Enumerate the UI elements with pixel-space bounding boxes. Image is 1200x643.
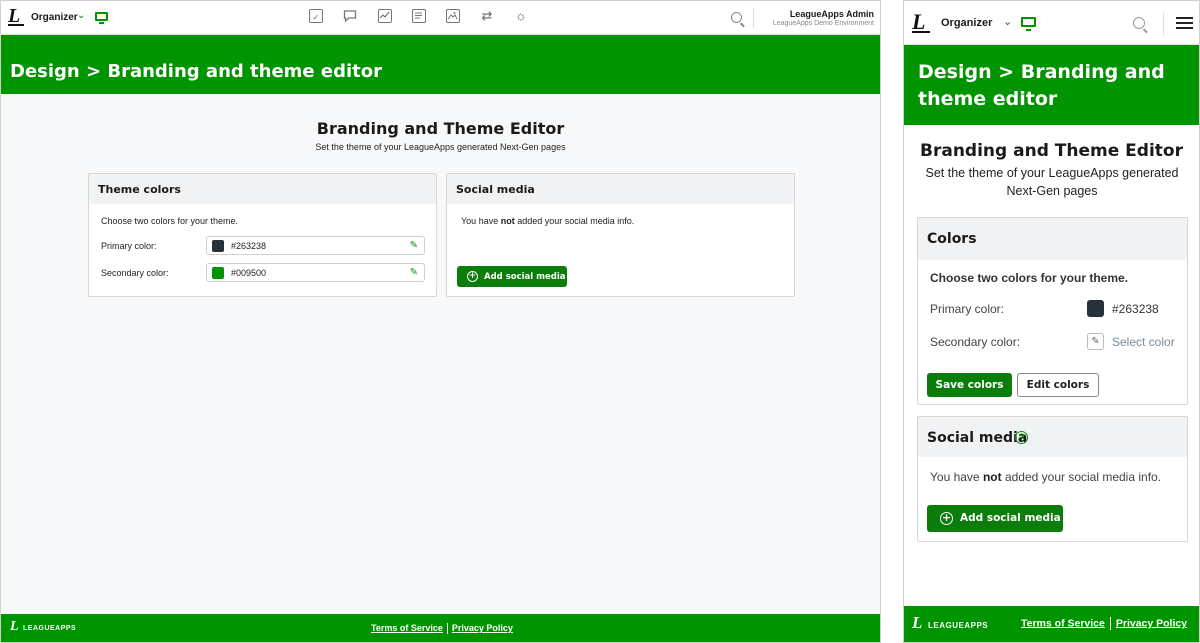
- status-text-after: added your social media info.: [514, 216, 635, 226]
- search-icon[interactable]: [1133, 17, 1145, 29]
- theme-colors-heading: Theme colors: [89, 174, 436, 204]
- social-media-card: Social media You have not added your soc…: [446, 173, 795, 297]
- chevron-down-icon[interactable]: ⌄: [1003, 15, 1012, 28]
- mobile-view: L Organizer ⌄ Design > Branding and them…: [903, 0, 1200, 643]
- secondary-color-field[interactable]: #009500 ✎: [206, 263, 425, 282]
- checklist-icon[interactable]: ✓: [309, 9, 323, 23]
- footer-logo-icon: L: [912, 613, 923, 632]
- add-social-media-button[interactable]: + Add social media: [457, 266, 567, 287]
- footer: L LEAGUEAPPS Terms of Service Privacy Pol…: [904, 606, 1199, 642]
- document-icon[interactable]: [412, 9, 426, 23]
- monitor-icon[interactable]: [1021, 17, 1036, 31]
- primary-color-field[interactable]: #263238 ✎: [206, 236, 425, 255]
- page-title: Branding and Theme Editor: [316, 119, 565, 138]
- user-environment: LeagueApps Demo Environment: [772, 20, 874, 27]
- theme-colors-card: Theme colors Choose two colors for your …: [88, 173, 437, 297]
- primary-color-swatch[interactable]: [212, 240, 224, 252]
- eyedropper-icon[interactable]: ✎: [1087, 333, 1104, 350]
- add-social-media-button[interactable]: + Add social media: [927, 505, 1063, 532]
- footer: L LEAGUEAPPS Terms of Service Privacy Pol…: [1, 614, 880, 642]
- gear-icon[interactable]: ☼: [514, 9, 528, 23]
- image-icon[interactable]: [446, 9, 460, 23]
- secondary-color-swatch[interactable]: [212, 267, 224, 279]
- primary-color-value: #263238: [1112, 302, 1159, 316]
- footer-links: Terms of Service Privacy Policy: [371, 623, 513, 635]
- status-text-bold: not: [500, 216, 515, 226]
- footer-logo-text: LEAGUEAPPS: [23, 625, 77, 632]
- chat-icon[interactable]: [343, 9, 357, 23]
- primary-color-value: #263238: [231, 241, 267, 251]
- select-color-placeholder[interactable]: Select color: [1112, 335, 1175, 349]
- social-media-heading: Social media: [447, 174, 794, 204]
- hamburger-menu-icon[interactable]: [1176, 17, 1193, 29]
- monitor-icon[interactable]: [95, 12, 108, 24]
- colors-card: Colors Choose two colors for your theme.…: [917, 217, 1188, 405]
- footer-divider: [1109, 617, 1111, 630]
- search-icon[interactable]: [731, 12, 742, 23]
- add-social-media-label: Add social media: [484, 272, 566, 282]
- terms-of-service-link[interactable]: Terms of Service: [371, 623, 443, 633]
- privacy-policy-link[interactable]: Privacy Policy: [452, 623, 513, 633]
- secondary-color-label: Secondary color:: [101, 268, 169, 278]
- footer-logo-icon: L: [10, 619, 19, 634]
- eyedropper-icon[interactable]: ✎: [410, 240, 418, 251]
- page-title: Branding and Theme Editor: [920, 141, 1183, 161]
- desktop-view: L Organizer ⌄ ✓ ⇄ ☼ LeagueApps Admin Lea…: [0, 0, 881, 643]
- leagueapps-logo[interactable]: L: [912, 9, 931, 35]
- user-name[interactable]: LeagueApps Admin: [790, 9, 874, 19]
- terms-of-service-link[interactable]: Terms of Service: [1021, 617, 1105, 629]
- add-social-media-label: Add social media: [960, 512, 1061, 524]
- edit-colors-button[interactable]: Edit colors: [1017, 373, 1099, 397]
- status-text-before: You have: [930, 470, 983, 484]
- top-bar: L Organizer ⌄ ✓ ⇄ ☼ LeagueApps Admin Lea…: [1, 1, 880, 35]
- social-media-heading-text: Social media: [927, 430, 1028, 446]
- org-switcher-label[interactable]: Organizer: [941, 17, 992, 29]
- social-media-status: You have not added your social media inf…: [930, 470, 1161, 484]
- save-colors-button[interactable]: Save colors: [927, 373, 1012, 397]
- privacy-policy-link[interactable]: Privacy Policy: [1116, 617, 1187, 629]
- eyedropper-icon[interactable]: ✎: [410, 267, 418, 278]
- plus-circle-icon: +: [940, 511, 953, 525]
- transfer-icon[interactable]: ⇄: [480, 9, 494, 23]
- primary-color-label: Primary color:: [930, 302, 1005, 316]
- divider: [1163, 13, 1164, 35]
- status-text-after: added your social media info.: [1001, 470, 1162, 484]
- org-switcher-label[interactable]: Organizer: [31, 12, 78, 23]
- status-text-bold: not: [982, 470, 1002, 484]
- secondary-color-label: Secondary color:: [930, 335, 1021, 349]
- social-media-status: You have not added your social media inf…: [461, 216, 634, 226]
- social-media-card: Social media ? You have not added your s…: [917, 416, 1188, 542]
- page-banner: Design > Branding and theme editor: [904, 45, 1199, 125]
- page-subtitle: Set the theme of your LeagueApps generat…: [925, 166, 1179, 198]
- colors-heading: Colors: [918, 218, 1187, 260]
- leagueapps-logo[interactable]: L: [8, 5, 25, 28]
- divider: [753, 8, 754, 28]
- chart-icon[interactable]: [378, 9, 392, 23]
- secondary-color-value: #009500: [231, 268, 267, 278]
- theme-intro: Choose two colors for your theme.: [101, 216, 239, 226]
- primary-color-label: Primary color:: [101, 241, 157, 251]
- footer-logo-text: LEAGUEAPPS: [928, 621, 989, 630]
- page-subtitle: Set the theme of your LeagueApps generat…: [315, 142, 566, 152]
- page-banner: Design > Branding and theme editor: [1, 35, 880, 94]
- help-icon[interactable]: ?: [1015, 431, 1028, 444]
- colors-intro: Choose two colors for your theme.: [930, 271, 1129, 285]
- social-media-heading: Social media: [918, 417, 1187, 457]
- mobile-top-bar: L Organizer ⌄: [904, 1, 1199, 45]
- footer-links: Terms of Service Privacy Policy: [1021, 617, 1187, 630]
- status-text-before: You have: [461, 216, 501, 226]
- chevron-down-icon[interactable]: ⌄: [77, 10, 85, 21]
- footer-divider: [446, 623, 448, 635]
- plus-circle-icon: +: [467, 271, 478, 282]
- primary-color-swatch[interactable]: [1087, 300, 1104, 317]
